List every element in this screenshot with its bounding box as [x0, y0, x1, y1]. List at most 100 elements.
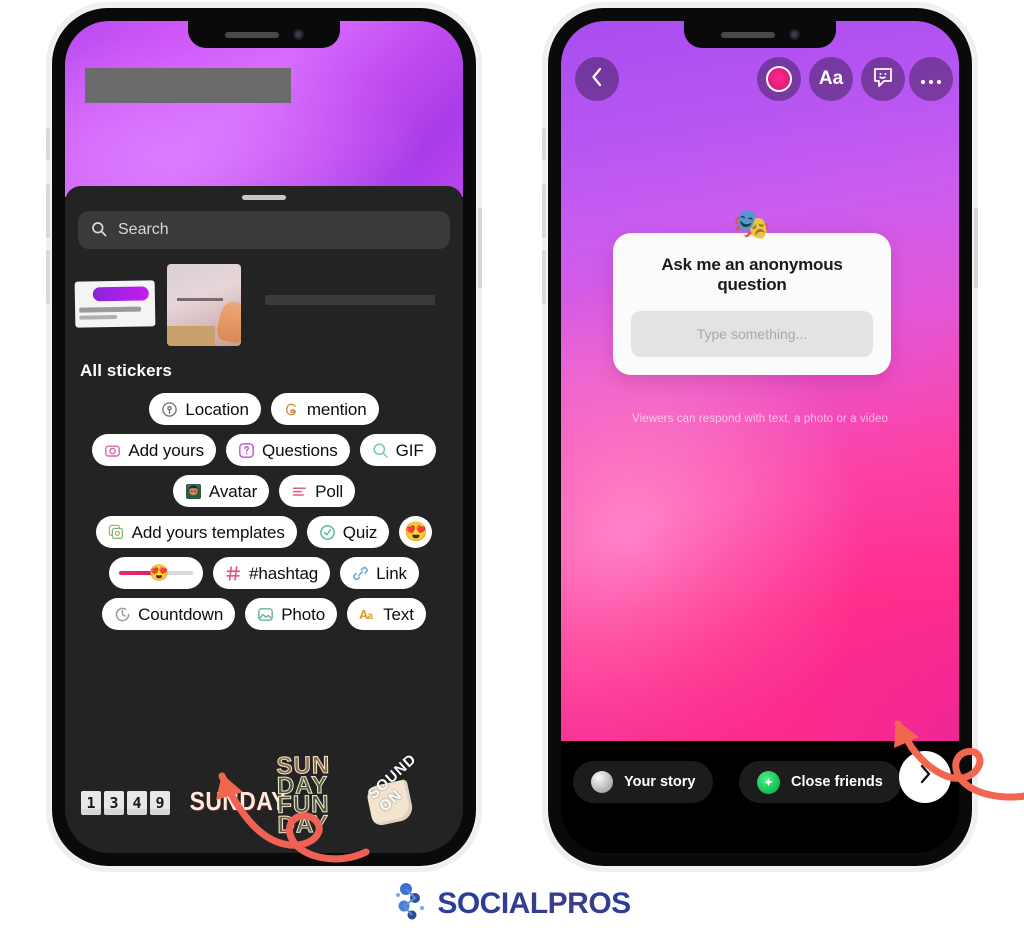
recent-sticker-2[interactable] — [167, 264, 241, 346]
sunday-funday-sticker[interactable]: SUN DAY FUN DAY — [276, 752, 357, 840]
sticker-chip-hashtag[interactable]: #hashtag — [213, 557, 331, 589]
mute-switch[interactable] — [46, 128, 50, 160]
sound-on-sticker[interactable]: SOUND ON — [365, 751, 449, 827]
countdown-digit: 4 — [127, 791, 147, 815]
left-phone-mockup: Search All stickers Location mention Add… — [46, 2, 482, 872]
sticker-tool-button[interactable] — [861, 57, 905, 101]
mute-switch[interactable] — [542, 128, 546, 160]
link-chain-icon — [352, 565, 369, 582]
chip-label: Add yours templates — [131, 522, 285, 542]
photo-frame-icon — [257, 606, 274, 623]
chip-label: Countdown — [138, 604, 224, 624]
gif-search-icon — [372, 442, 389, 459]
power-button[interactable] — [974, 208, 978, 288]
front-camera — [292, 29, 304, 40]
sticker-chip-mention[interactable]: mention — [270, 393, 379, 425]
quiz-check-icon — [319, 524, 336, 541]
featured-stickers-row: 1 3 4 9 SUNDAY SUN DAY FUN DAY SOUND ON — [65, 733, 463, 853]
sheet-drag-handle[interactable] — [242, 195, 286, 200]
recently-used-stickers — [65, 255, 463, 355]
recent-sticker-1[interactable] — [74, 280, 156, 328]
socialpros-node-logo — [393, 881, 429, 926]
close-friends-star-icon: ✦ — [757, 770, 780, 794]
notch — [188, 21, 340, 48]
volume-up-button[interactable] — [46, 184, 50, 238]
sticker-chip-avatar[interactable]: Avatar — [172, 475, 270, 507]
power-button[interactable] — [478, 208, 482, 288]
sticker-row: Location mention — [65, 393, 463, 425]
templates-stack-icon — [108, 524, 125, 541]
sticker-chip-add-yours[interactable]: Add yours — [92, 434, 216, 466]
chip-label: Link — [376, 563, 407, 583]
question-sticker-input[interactable]: Type something... — [631, 311, 873, 357]
sticker-chip-location[interactable]: Location — [149, 393, 261, 425]
sticker-chip-emoji-slider[interactable]: 😍 — [109, 557, 204, 589]
slider-knob-emoji[interactable]: 😍 — [149, 563, 169, 583]
sticker-chip-add-yours-templates[interactable]: Add yours templates — [95, 516, 297, 548]
search-input[interactable]: Search — [78, 211, 450, 249]
more-options-button[interactable] — [909, 57, 953, 101]
search-placeholder: Search — [118, 221, 169, 238]
sticker-chip-gif[interactable]: GIF — [359, 434, 436, 466]
left-screen: Search All stickers Location mention Add… — [65, 21, 463, 853]
sticker-chip-countdown[interactable]: Countdown — [102, 598, 236, 630]
text-aa-icon: A a — [359, 606, 376, 623]
countdown-digits-sticker[interactable]: 1 3 4 9 — [81, 791, 170, 815]
chip-label: Photo — [281, 604, 326, 624]
sticker-chip-text[interactable]: A a Text — [347, 598, 426, 630]
sticker-2-hand — [215, 299, 241, 345]
sticker-smiley-icon — [871, 65, 895, 94]
your-story-label: Your story — [624, 774, 696, 790]
your-story-avatar — [591, 771, 613, 793]
chevron-left-icon — [589, 66, 605, 93]
close-friends-label: Close friends — [791, 774, 883, 790]
recent-row-redacted-text — [265, 295, 435, 305]
screenshot-root: Search All stickers Location mention Add… — [0, 0, 1024, 938]
chip-label: Add yours — [128, 440, 204, 460]
sticker-chip-quiz[interactable]: Quiz — [306, 516, 390, 548]
volume-up-button[interactable] — [542, 184, 546, 238]
front-camera — [788, 29, 800, 40]
story-canvas[interactable] — [561, 21, 959, 741]
sticker-2-block — [167, 326, 215, 346]
chip-label: GIF — [395, 440, 424, 460]
sfd-line: DAY — [277, 811, 330, 840]
back-button[interactable] — [575, 57, 619, 101]
countdown-digit: 1 — [81, 791, 101, 815]
chip-label: mention — [306, 399, 367, 419]
poll-bars-icon — [291, 483, 308, 500]
sticker-row: Add yours templates Quiz 😍 — [65, 516, 463, 548]
sticker-chip-questions[interactable]: Questions — [225, 434, 350, 466]
volume-down-button[interactable] — [46, 250, 50, 304]
sticker-chip-photo[interactable]: Photo — [245, 598, 338, 630]
sticker-chip-link[interactable]: Link — [340, 557, 419, 589]
earpiece-speaker — [720, 31, 775, 38]
question-sticker-card[interactable]: 🎭 Ask me an anonymous question Type some… — [613, 208, 891, 375]
sticker-1-line — [79, 314, 118, 320]
camera-effects-button[interactable] — [757, 57, 801, 101]
chip-label: Avatar — [208, 481, 258, 501]
svg-text:a: a — [368, 611, 374, 622]
sticker-row: 😍 #hashtag Link — [65, 557, 463, 589]
sticker-1-highlight — [92, 286, 149, 302]
sticker-tray-sheet: Search All stickers Location mention Add… — [65, 186, 463, 853]
text-tool-button[interactable]: Aa — [809, 57, 853, 101]
close-friends-button[interactable]: ✦ Close friends — [739, 761, 901, 803]
right-screen: Aa 🎭 Ask me an anonymous question Type s… — [561, 21, 959, 853]
right-phone-mockup: Aa 🎭 Ask me an anonymous question Type s… — [542, 2, 978, 872]
sticker-chip-emoji[interactable]: 😍 — [399, 516, 433, 548]
sticker-row: Add yours Questions GIF — [65, 434, 463, 466]
next-button[interactable] — [899, 751, 951, 803]
avatar-face-icon — [185, 483, 202, 500]
threads-mention-icon — [283, 401, 300, 418]
your-story-button[interactable]: Your story — [573, 761, 714, 803]
search-icon — [91, 221, 107, 240]
chevron-right-icon — [918, 764, 932, 790]
countdown-digit: 3 — [104, 791, 124, 815]
sticker-chip-rows: Location mention Add yours Questions GIF… — [65, 393, 463, 630]
share-bar: Your story ✦ Close friends — [561, 741, 959, 853]
sticker-row: Avatar Poll — [65, 475, 463, 507]
sunday-sticker[interactable]: SUNDAY — [190, 786, 287, 817]
volume-down-button[interactable] — [542, 250, 546, 304]
sticker-chip-poll[interactable]: Poll — [279, 475, 356, 507]
